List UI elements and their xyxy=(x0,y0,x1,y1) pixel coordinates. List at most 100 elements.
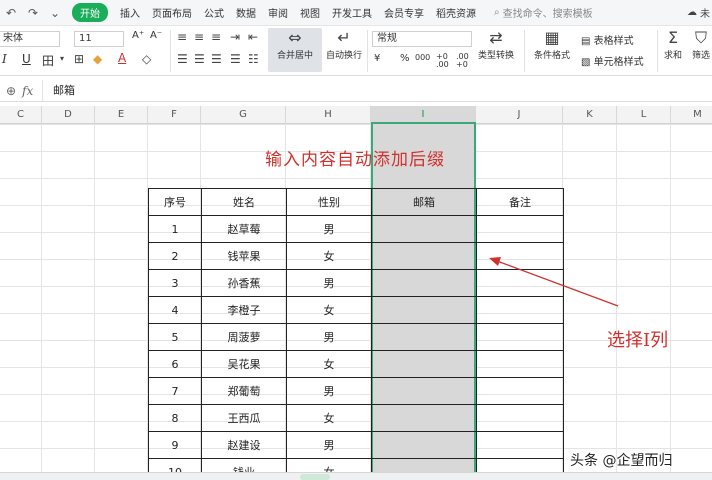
cell-notes[interactable] xyxy=(476,323,564,351)
cell-gender[interactable]: 男 xyxy=(286,215,372,243)
tab-developer[interactable]: 开发工具 xyxy=(332,5,372,20)
cell-email[interactable] xyxy=(371,377,477,405)
cell-gender[interactable]: 男 xyxy=(286,431,372,459)
fill-color-icon[interactable]: ◆ xyxy=(93,52,102,66)
cell-notes[interactable] xyxy=(476,296,564,324)
cell-name[interactable]: 赵草莓 xyxy=(201,215,287,243)
column-header-e[interactable]: E xyxy=(95,106,148,124)
align-bottom-icon[interactable]: ≡ xyxy=(211,30,221,44)
header-index[interactable]: 序号 xyxy=(148,188,202,216)
font-grow-button[interactable]: A⁺ xyxy=(132,30,144,41)
cell-name[interactable]: 李橙子 xyxy=(201,296,287,324)
cell-notes[interactable] xyxy=(476,215,564,243)
column-header-c[interactable]: C xyxy=(0,106,42,124)
cell-gender[interactable]: 男 xyxy=(286,377,372,405)
conditional-format-button[interactable]: ▦ 条件格式 xyxy=(530,28,574,72)
redo-icon[interactable]: ↷ xyxy=(26,6,40,20)
cell-notes[interactable] xyxy=(476,350,564,378)
customize-chevron-icon[interactable]: ⌄ xyxy=(48,6,62,20)
formula-input[interactable]: 邮箱 xyxy=(42,80,712,101)
column-header-g[interactable]: G xyxy=(201,106,286,124)
cell-email[interactable] xyxy=(371,296,477,324)
cell-gender[interactable]: 女 xyxy=(286,296,372,324)
merge-center-button[interactable]: ⇔ 合并居中 xyxy=(268,28,322,72)
cell-notes[interactable] xyxy=(476,404,564,432)
column-header-l[interactable]: L xyxy=(617,106,671,124)
type-convert-button[interactable]: ⇄ 类型转换 xyxy=(474,28,518,72)
tab-home[interactable]: 开始 xyxy=(72,3,108,22)
cell-name[interactable]: 孙香蕉 xyxy=(201,269,287,297)
cell-name[interactable]: 赵建设 xyxy=(201,431,287,459)
cell-index[interactable]: 8 xyxy=(148,404,202,432)
percent-button[interactable]: % xyxy=(400,53,410,64)
cell-notes[interactable] xyxy=(476,431,564,459)
cell-email[interactable] xyxy=(371,242,477,270)
header-name[interactable]: 姓名 xyxy=(201,188,287,216)
scrollbar-thumb[interactable] xyxy=(300,474,330,480)
underline-button[interactable]: U xyxy=(22,52,31,66)
column-header-m[interactable]: M xyxy=(671,106,712,124)
cell-gender[interactable]: 女 xyxy=(286,404,372,432)
cell-name[interactable]: 周菠萝 xyxy=(201,323,287,351)
borders-button[interactable]: 田 xyxy=(42,52,54,69)
cell-notes[interactable] xyxy=(476,269,564,297)
wrap-text-button[interactable]: ↵ 自动换行 xyxy=(324,28,364,72)
cell-gender[interactable]: 女 xyxy=(286,350,372,378)
column-header-h[interactable]: H xyxy=(286,106,371,124)
currency-button[interactable]: ¥ xyxy=(374,53,380,64)
borders-chevron-icon[interactable]: ▾ xyxy=(60,54,64,63)
cell-name[interactable]: 吴花果 xyxy=(201,350,287,378)
cell-index[interactable]: 1 xyxy=(148,215,202,243)
cell-name[interactable]: 王西瓜 xyxy=(201,404,287,432)
cell-index[interactable]: 2 xyxy=(148,242,202,270)
cell-email[interactable] xyxy=(371,431,477,459)
command-search[interactable]: ⌕ 查找命令、搜索模板 xyxy=(494,5,593,20)
font-color-icon[interactable]: A xyxy=(118,51,126,65)
tab-review[interactable]: 审阅 xyxy=(268,5,288,20)
filter-button[interactable]: ⛉ 筛选 xyxy=(690,28,712,72)
tab-member[interactable]: 会员专享 xyxy=(384,5,424,20)
align-left-icon[interactable]: ☰ xyxy=(177,52,188,66)
column-header-f[interactable]: F xyxy=(148,106,201,124)
formula-icon[interactable]: ⊞ xyxy=(74,52,84,66)
tab-resources[interactable]: 稻壳资源 xyxy=(436,5,476,20)
outdent-icon[interactable]: ⇤ xyxy=(248,30,258,44)
cell-style-button[interactable]: ▧ 单元格样式 xyxy=(581,53,644,68)
cloud-sync[interactable]: ☁ 未 xyxy=(687,5,712,20)
cell-name[interactable]: 钱苹果 xyxy=(201,242,287,270)
cell-name[interactable]: 郑葡萄 xyxy=(201,377,287,405)
number-format-select[interactable]: 常规 xyxy=(372,31,472,47)
cell-email[interactable] xyxy=(371,350,477,378)
cell-gender[interactable]: 男 xyxy=(286,269,372,297)
font-name-select[interactable]: 宋体 xyxy=(0,31,60,47)
cell-gender[interactable]: 女 xyxy=(286,242,372,270)
tab-page-layout[interactable]: 页面布局 xyxy=(152,5,192,20)
sum-button[interactable]: Σ 求和 xyxy=(660,28,686,72)
cell-index[interactable]: 4 xyxy=(148,296,202,324)
cell-index[interactable]: 6 xyxy=(148,350,202,378)
align-center-icon[interactable]: ☰ xyxy=(194,52,205,66)
align-top-icon[interactable]: ≡ xyxy=(177,30,187,44)
cell-index[interactable]: 9 xyxy=(148,431,202,459)
cell-index[interactable]: 7 xyxy=(148,377,202,405)
tab-formulas[interactable]: 公式 xyxy=(204,5,224,20)
font-shrink-button[interactable]: A⁻ xyxy=(150,30,162,41)
cell-index[interactable]: 5 xyxy=(148,323,202,351)
tab-view[interactable]: 视图 xyxy=(300,5,320,20)
align-right-icon[interactable]: ☰ xyxy=(211,52,222,66)
decrease-decimal-button[interactable]: .00 +0 xyxy=(456,53,476,69)
header-gender[interactable]: 性别 xyxy=(286,188,372,216)
column-header-j[interactable]: J xyxy=(476,106,563,124)
cell-email[interactable] xyxy=(371,404,477,432)
undo-icon[interactable]: ↶ xyxy=(4,6,18,20)
column-header-d[interactable]: D xyxy=(42,106,95,124)
cell-notes[interactable] xyxy=(476,377,564,405)
column-header-k[interactable]: K xyxy=(563,106,617,124)
thousands-button[interactable]: 000 xyxy=(415,53,430,62)
cell-notes[interactable] xyxy=(476,242,564,270)
increase-decimal-button[interactable]: +0 .00 xyxy=(436,53,456,69)
tab-insert[interactable]: 插入 xyxy=(120,5,140,20)
font-size-select[interactable]: 11 xyxy=(74,31,124,47)
cell-gender[interactable]: 男 xyxy=(286,323,372,351)
distribute-icon[interactable]: ☷ xyxy=(248,52,259,66)
